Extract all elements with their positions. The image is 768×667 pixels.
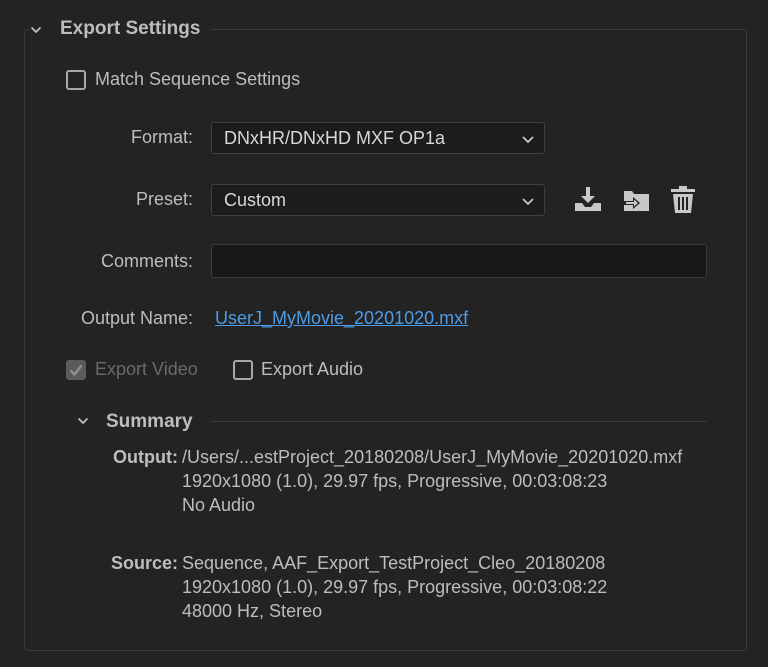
preset-value: Custom — [224, 189, 287, 210]
export-settings-header[interactable]: Export Settings — [30, 14, 211, 44]
summary-source-line: 48000 Hz, Stereo — [182, 601, 323, 621]
format-value: DNxHR/DNxHD MXF OP1a — [224, 127, 446, 148]
chevron-down-icon — [522, 136, 534, 144]
summary-output-line: /Users/...estProject_20180208/UserJ_MyMo… — [182, 447, 683, 467]
preset-dropdown[interactable]: Custom — [211, 184, 545, 216]
format-label: Format: — [130, 127, 193, 147]
trash-icon[interactable] — [666, 183, 700, 217]
chevron-down-icon — [522, 198, 534, 206]
output-name-label: Output Name: — [80, 308, 193, 328]
summary-divider — [210, 421, 707, 422]
chevron-down-icon[interactable] — [77, 414, 89, 426]
match-sequence-label[interactable]: Match Sequence Settings — [95, 69, 300, 90]
export-audio-label[interactable]: Export Audio — [261, 359, 363, 380]
export-audio-checkbox[interactable] — [233, 360, 253, 380]
export-video-label: Export Video — [95, 359, 198, 379]
format-dropdown[interactable]: DNxHR/DNxHD MXF OP1a — [211, 122, 545, 154]
summary-source-line: 1920x1080 (1.0), 29.97 fps, Progressive,… — [182, 577, 608, 597]
comments-input[interactable] — [211, 244, 707, 278]
export-video-checkbox — [66, 360, 86, 380]
output-name-link[interactable]: UserJ_MyMovie_20201020.mxf — [215, 308, 468, 329]
summary-output-line: 1920x1080 (1.0), 29.97 fps, Progressive,… — [182, 471, 608, 491]
chevron-down-icon[interactable] — [30, 23, 42, 35]
summary-source-label: Source: — [110, 553, 178, 573]
match-sequence-checkbox[interactable] — [66, 70, 86, 90]
summary-output-label: Output: — [113, 447, 178, 467]
preset-label: Preset: — [135, 189, 193, 209]
comments-label: Comments: — [100, 251, 193, 271]
download-icon[interactable] — [571, 183, 605, 217]
section-title: Export Settings — [60, 18, 201, 39]
summary-output-line: No Audio — [182, 495, 256, 515]
summary-source-line: Sequence, AAF_Export_TestProject_Cleo_20… — [182, 553, 606, 573]
summary-title: Summary — [106, 411, 193, 432]
import-icon[interactable] — [619, 183, 653, 217]
